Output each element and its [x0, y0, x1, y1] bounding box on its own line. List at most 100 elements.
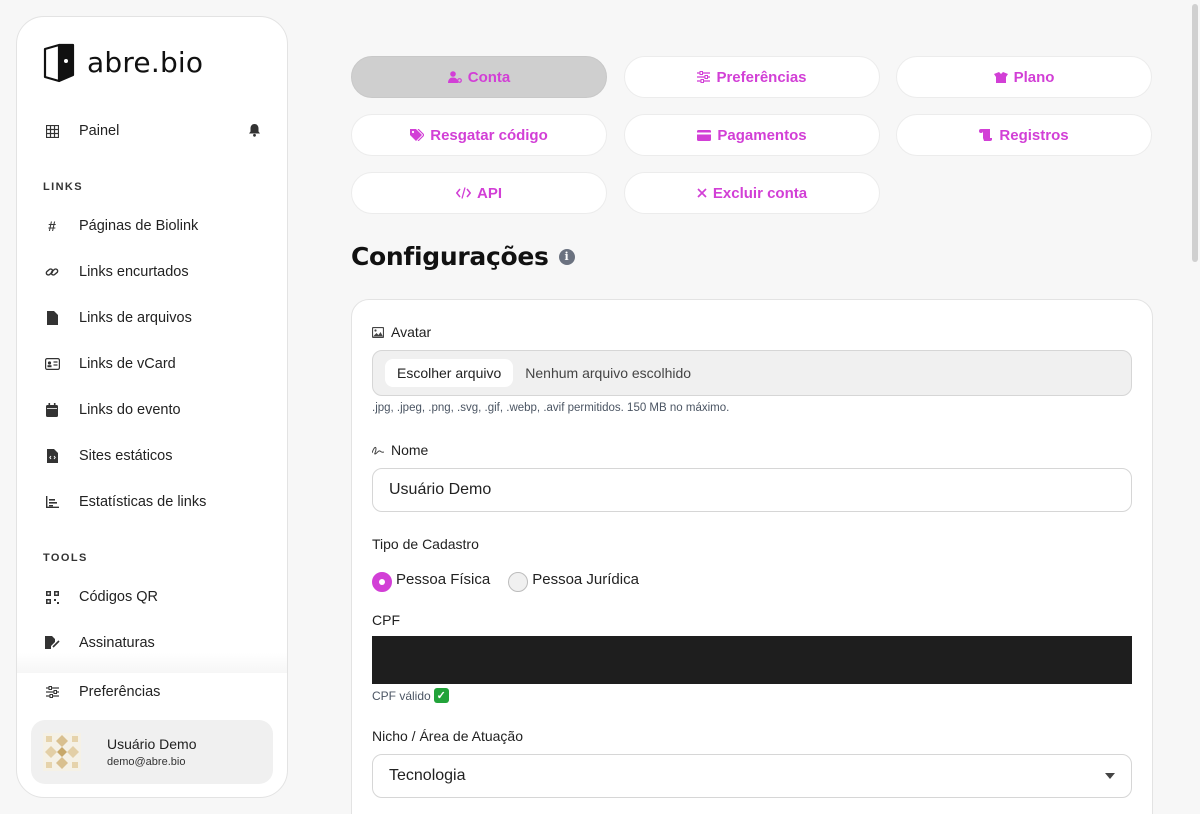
avatar-hint: .jpg, .jpeg, .png, .svg, .gif, .webp, .a… — [372, 402, 730, 414]
sidebar-item-label: Páginas de Biolink — [79, 218, 199, 234]
sidebar-item-label: Sites estáticos — [79, 448, 173, 464]
tags-icon — [410, 129, 425, 141]
sidebar-item-label: Códigos QR — [79, 589, 158, 605]
radio-dot-selected[interactable] — [372, 572, 392, 592]
settings-card: Avatar Escolher arquivo Nenhum arquivo e… — [351, 299, 1153, 814]
tab-label: Plano — [1013, 68, 1055, 86]
sliders-icon — [43, 683, 61, 701]
sidebar-item-file-links[interactable]: Links de arquivos — [43, 298, 261, 338]
sidebar-item-label: Links de vCard — [79, 356, 176, 372]
sidebar-item-label: Links do evento — [79, 402, 181, 418]
sidebar: abre.bio Painel LINKS # Páginas de Bioli… — [16, 16, 288, 798]
hashtag-icon: # — [48, 218, 56, 234]
tab-excluir-conta[interactable]: Excluir conta — [624, 172, 880, 214]
nicho-label: Nicho / Área de Atuação — [372, 728, 523, 744]
tab-api[interactable]: API — [351, 172, 607, 214]
sidebar-item-static-sites[interactable]: Sites estáticos — [43, 436, 261, 476]
name-label: Nome — [372, 442, 428, 458]
sidebar-item-label: Assinaturas — [79, 635, 155, 651]
tab-resgatar-codigo[interactable]: Resgatar código — [351, 114, 607, 156]
cpf-label: CPF — [372, 612, 400, 628]
file-icon — [43, 309, 61, 327]
section-title-links: LINKS — [43, 181, 83, 193]
signature-icon — [372, 444, 384, 456]
user-email: demo@abre.bio — [107, 756, 186, 768]
nicho-selected-value: Tecnologia — [389, 767, 466, 784]
sidebar-item-event-links[interactable]: Links do evento — [43, 390, 261, 430]
name-input[interactable]: Usuário Demo — [372, 468, 1132, 512]
radio-label: Pessoa Jurídica — [532, 570, 639, 588]
section-title-tools: TOOLS — [43, 552, 88, 564]
avatar-label-text: Avatar — [391, 324, 432, 340]
user-name: Usuário Demo — [107, 736, 197, 752]
grid-icon — [43, 122, 61, 140]
tipo-radio-group: Pessoa Física Pessoa Jurídica — [372, 566, 651, 592]
sidebar-item-label: Links encurtados — [79, 264, 189, 280]
sidebar-item-biolink[interactable]: # Páginas de Biolink — [43, 206, 261, 246]
radio-dot[interactable] — [508, 572, 529, 592]
radio-pessoa-fisica[interactable]: Pessoa Física — [372, 566, 490, 592]
image-icon — [372, 326, 384, 338]
avatar-label: Avatar — [372, 324, 431, 340]
chart-icon — [43, 493, 61, 511]
chevron-down-icon — [1105, 773, 1115, 779]
box-icon — [993, 71, 1008, 83]
tab-registros[interactable]: Registros — [896, 114, 1152, 156]
radio-label: Pessoa Física — [396, 570, 491, 588]
sidebar-item-preferences[interactable]: Preferências — [43, 672, 261, 712]
logo-door-icon — [43, 43, 75, 83]
sidebar-item-label: Links de arquivos — [79, 310, 192, 326]
signature-icon — [43, 634, 61, 652]
sidebar-item-label: Painel — [79, 123, 120, 139]
cpf-input-redacted[interactable] — [372, 636, 1132, 684]
info-icon[interactable]: i — [558, 248, 575, 265]
user-cog-icon — [447, 71, 462, 83]
sliders-icon — [697, 71, 711, 83]
cpf-status-text: CPF válido — [372, 688, 431, 703]
bell-icon[interactable] — [248, 123, 261, 142]
avatar-file-input[interactable]: Escolher arquivo Nenhum arquivo escolhid… — [372, 350, 1132, 396]
page-header: Configurações i — [351, 242, 575, 271]
nicho-select[interactable]: Tecnologia — [372, 754, 1132, 798]
sidebar-item-label: Estatísticas de links — [79, 494, 207, 510]
tab-label: Pagamentos — [717, 126, 807, 144]
check-icon: ✓ — [433, 688, 449, 703]
tab-label: API — [476, 184, 502, 202]
radio-pessoa-juridica[interactable]: Pessoa Jurídica — [502, 566, 639, 592]
tab-preferencias[interactable]: Preferências — [624, 56, 880, 98]
times-icon — [697, 188, 707, 198]
brand-name: abre.bio — [87, 45, 204, 79]
sidebar-item-link-stats[interactable]: Estatísticas de links — [43, 482, 261, 522]
tab-plano[interactable]: Plano — [896, 56, 1152, 98]
page-title: Configurações — [351, 242, 549, 271]
sidebar-item-label: Preferências — [79, 684, 161, 700]
tab-pagamentos[interactable]: Pagamentos — [624, 114, 880, 156]
avatar — [43, 733, 81, 771]
credit-card-icon — [697, 129, 712, 141]
id-card-icon — [43, 355, 61, 373]
scroll-fade — [17, 653, 287, 673]
file-code-icon — [43, 447, 61, 465]
sidebar-item-qr-codes[interactable]: Códigos QR — [43, 577, 261, 617]
sidebar-item-shortened-links[interactable]: Links encurtados — [43, 252, 261, 292]
tab-conta[interactable]: Conta — [351, 56, 607, 98]
page-scrollbar[interactable] — [1192, 4, 1198, 262]
sidebar-item-painel[interactable]: Painel — [43, 111, 261, 151]
choose-file-button[interactable]: Escolher arquivo — [385, 359, 514, 387]
user-card[interactable]: Usuário Demo demo@abre.bio — [31, 720, 273, 784]
sidebar-item-vcard-links[interactable]: Links de vCard — [43, 344, 261, 384]
file-status: Nenhum arquivo escolhido — [525, 365, 692, 381]
tipo-label: Tipo de Cadastro — [372, 536, 479, 552]
calendar-icon — [43, 401, 61, 419]
tab-label: Preferências — [716, 68, 807, 86]
tab-label: Resgatar código — [430, 126, 548, 144]
brand-logo[interactable]: abre.bio — [39, 41, 203, 83]
tab-label: Excluir conta — [712, 184, 808, 202]
qrcode-icon — [43, 588, 61, 606]
tab-label: Conta — [467, 68, 511, 86]
tab-label: Registros — [999, 126, 1069, 144]
scroll-icon — [979, 129, 993, 141]
cpf-status: CPF válido ✓ — [372, 688, 449, 703]
name-label-text: Nome — [391, 442, 429, 458]
link-icon — [43, 263, 61, 281]
